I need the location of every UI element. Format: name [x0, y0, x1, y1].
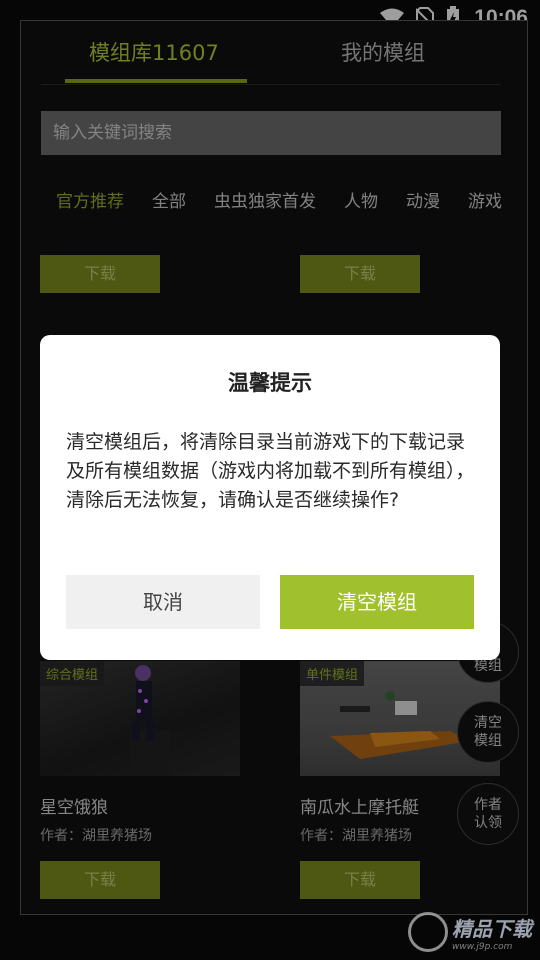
watermark-circle-icon — [408, 912, 448, 952]
watermark-logo: 精品下载 www.j9p.com — [408, 912, 532, 952]
watermark: 精品下载 www.j9p.com — [452, 913, 532, 952]
dialog-message: 清空模组后，将清除目录当前游戏下的下载记录及所有模组数据（游戏内将加载不到所有模… — [66, 431, 475, 511]
watermark-text: 精品下载 — [452, 916, 532, 941]
clear-mods-confirm-button[interactable]: 清空模组 — [280, 575, 474, 629]
cancel-button[interactable]: 取消 — [66, 575, 260, 629]
dialog-title: 温馨提示 — [228, 371, 312, 395]
watermark-url: www.j9p.com — [452, 941, 513, 952]
confirm-dialog: 温馨提示 清空模组后，将清除目录当前游戏下的下载记录及所有模组数据（游戏内将加载… — [40, 335, 500, 660]
